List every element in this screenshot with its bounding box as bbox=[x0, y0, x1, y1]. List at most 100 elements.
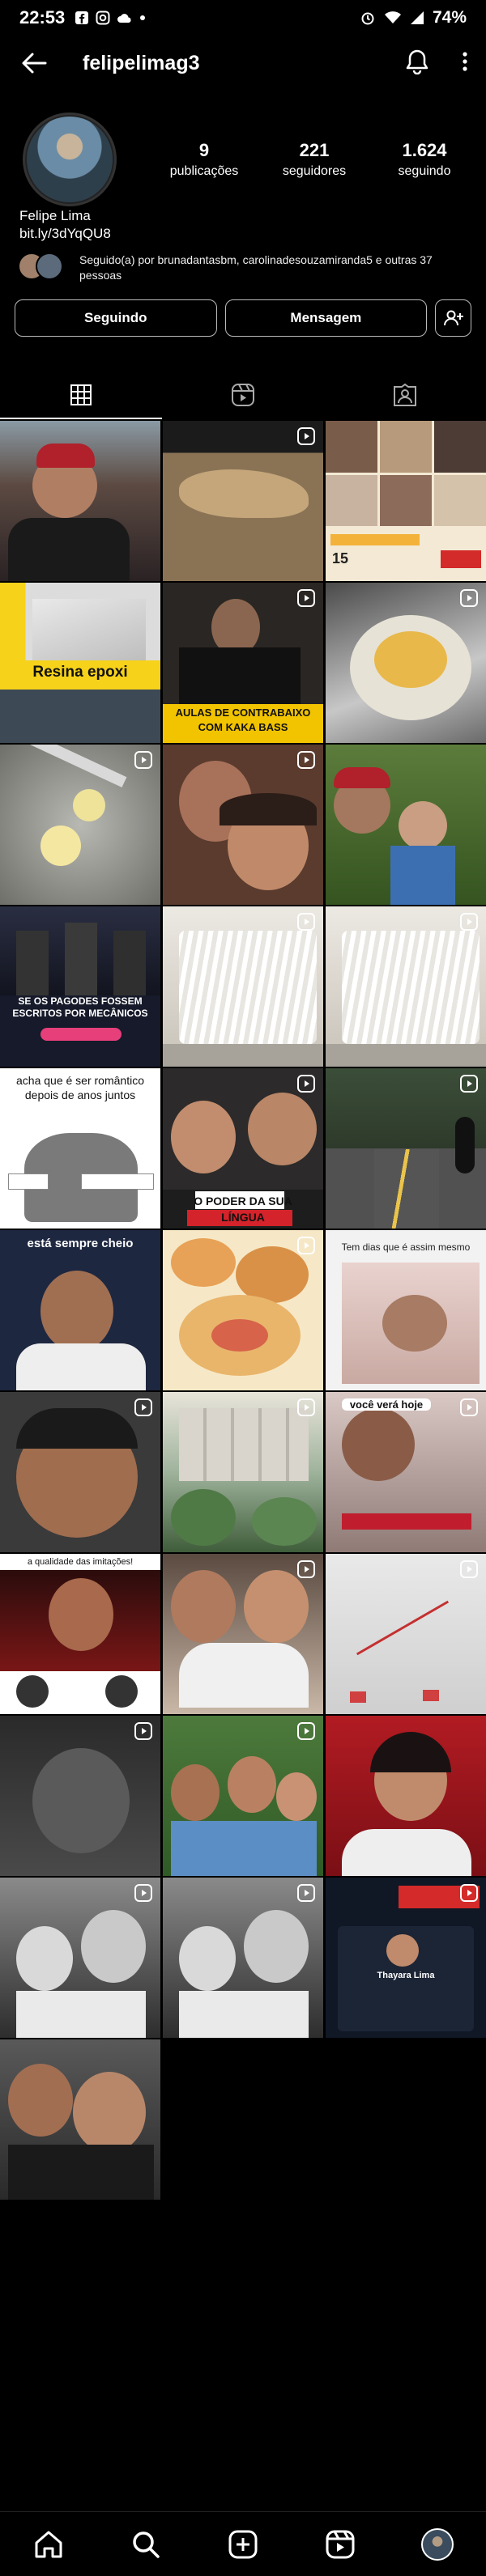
followed-by-text: Seguido(a) por brunadantasbm, carolinade… bbox=[79, 253, 433, 282]
profile-avatar[interactable] bbox=[23, 112, 117, 206]
bottom-navigation bbox=[0, 2511, 486, 2576]
stat-posts-label: publicações bbox=[169, 164, 239, 178]
reels-icon bbox=[232, 384, 254, 406]
post-thumbnail[interactable]: Thayara Lima bbox=[326, 1878, 486, 2038]
post-thumbnail[interactable] bbox=[0, 2039, 160, 2200]
post-thumbnail[interactable]: Tem dias que é assim mesmo bbox=[326, 1230, 486, 1390]
post-thumbnail[interactable] bbox=[163, 1392, 323, 1552]
post-thumbnail[interactable] bbox=[163, 1878, 323, 2038]
post-caption: acha que é ser romântico depois de anos … bbox=[16, 1074, 144, 1101]
post-thumbnail[interactable] bbox=[163, 1230, 323, 1390]
profile-username: felipelimag3 bbox=[83, 51, 200, 74]
nav-create[interactable] bbox=[220, 2522, 266, 2567]
post-thumbnail[interactable] bbox=[163, 1716, 323, 1876]
dot-icon bbox=[140, 15, 146, 20]
grid-icon bbox=[70, 384, 92, 405]
post-thumbnail[interactable] bbox=[326, 745, 486, 905]
reel-icon bbox=[297, 1560, 315, 1578]
more-vertical-icon bbox=[463, 51, 467, 71]
status-bar: 22:53 74% bbox=[0, 0, 486, 36]
reel-icon bbox=[134, 751, 152, 769]
reel-icon bbox=[297, 1075, 315, 1093]
post-thumbnail[interactable]: acha que é ser romântico depois de anos … bbox=[0, 1068, 160, 1229]
bell-icon bbox=[406, 49, 428, 74]
reel-icon bbox=[460, 913, 478, 931]
post-caption: Thayara Lima bbox=[377, 1971, 435, 1980]
stat-followers-value: 221 bbox=[299, 140, 330, 160]
post-thumbnail[interactable] bbox=[163, 906, 323, 1067]
reel-icon bbox=[134, 1722, 152, 1740]
nav-profile[interactable] bbox=[415, 2522, 460, 2567]
post-thumbnail[interactable] bbox=[0, 1392, 160, 1552]
add-post-icon bbox=[228, 2530, 258, 2558]
reel-icon bbox=[297, 913, 315, 931]
stat-followers[interactable]: 221 seguidores bbox=[259, 140, 369, 179]
stat-posts[interactable]: 9 publicações bbox=[149, 140, 259, 179]
post-thumbnail[interactable] bbox=[326, 583, 486, 743]
tagged-icon bbox=[394, 383, 416, 406]
post-caption: você verá hoje bbox=[342, 1398, 431, 1411]
instagram-icon bbox=[96, 11, 110, 25]
post-thumbnail[interactable] bbox=[0, 1878, 160, 2038]
post-thumbnail[interactable]: está sempre cheio bbox=[0, 1230, 160, 1390]
profile-actions: Seguindo Mensagem bbox=[15, 299, 472, 338]
reel-icon bbox=[460, 1560, 478, 1578]
post-caption: está sempre cheio bbox=[27, 1237, 134, 1250]
back-button[interactable] bbox=[18, 47, 50, 79]
followed-by-avatars bbox=[18, 253, 71, 282]
post-thumbnail[interactable]: O PODER DA SUA LÍNGUA bbox=[163, 1068, 323, 1229]
reel-icon bbox=[297, 1398, 315, 1416]
post-thumbnail[interactable] bbox=[163, 1554, 323, 1714]
post-thumbnail[interactable] bbox=[326, 1554, 486, 1714]
reel-icon bbox=[134, 1884, 152, 1902]
profile-bio: Felipe Lima bit.ly/3dYqQU8 bbox=[19, 207, 473, 243]
more-options-button[interactable] bbox=[462, 51, 468, 76]
post-thumbnail[interactable] bbox=[0, 421, 160, 581]
profile-stats: 9 publicações 221 seguidores 1.624 segui… bbox=[149, 140, 480, 179]
wifi-icon bbox=[384, 11, 401, 23]
post-caption: O PODER DA SUA LÍNGUA bbox=[194, 1195, 292, 1224]
reel-icon bbox=[297, 751, 315, 769]
add-person-icon bbox=[443, 310, 463, 326]
suggest-accounts-button[interactable] bbox=[435, 299, 472, 337]
reel-icon bbox=[134, 1398, 152, 1416]
followed-by[interactable]: Seguido(a) por brunadantasbm, carolinade… bbox=[18, 253, 471, 283]
profile-header: felipelimag3 bbox=[0, 36, 486, 91]
post-thumbnail[interactable]: 15 bbox=[326, 421, 486, 581]
post-thumbnail[interactable] bbox=[0, 1716, 160, 1876]
stat-following[interactable]: 1.624 seguindo bbox=[369, 140, 480, 179]
profile-tabs bbox=[0, 371, 486, 419]
reel-icon bbox=[297, 1237, 315, 1254]
stat-followers-label: seguidores bbox=[282, 164, 347, 178]
post-thumbnail[interactable]: você verá hoje bbox=[326, 1392, 486, 1552]
message-button[interactable]: Mensagem bbox=[224, 299, 428, 337]
tab-tagged[interactable] bbox=[324, 371, 486, 419]
nav-search[interactable] bbox=[123, 2522, 168, 2567]
following-button[interactable]: Seguindo bbox=[15, 299, 217, 337]
nav-reels[interactable] bbox=[318, 2522, 363, 2567]
post-thumbnail[interactable]: Resina epoxi bbox=[0, 583, 160, 743]
post-thumbnail[interactable] bbox=[326, 906, 486, 1067]
post-thumbnail[interactable] bbox=[163, 745, 323, 905]
profile-link[interactable]: bit.ly/3dYqQU8 bbox=[19, 225, 473, 243]
post-thumbnail[interactable] bbox=[0, 745, 160, 905]
post-thumbnail[interactable] bbox=[326, 1068, 486, 1229]
reel-icon bbox=[297, 589, 315, 607]
home-icon bbox=[35, 2531, 62, 2557]
tab-posts[interactable] bbox=[0, 371, 162, 419]
post-thumbnail[interactable] bbox=[326, 1716, 486, 1876]
battery-level: 74% bbox=[432, 8, 467, 27]
tab-reels[interactable] bbox=[162, 371, 324, 419]
reel-icon bbox=[460, 1075, 478, 1093]
facebook-icon bbox=[75, 11, 89, 24]
reel-icon bbox=[460, 1398, 478, 1416]
post-caption: a qualidade das imitações! bbox=[27, 1557, 134, 1567]
post-thumbnail[interactable]: SE OS PAGODES FOSSEM ESCRITOS POR MECÂNI… bbox=[0, 906, 160, 1067]
notifications-button[interactable] bbox=[405, 49, 429, 79]
profile-summary: 9 publicações 221 seguidores 1.624 segui… bbox=[0, 107, 486, 212]
reel-icon bbox=[297, 427, 315, 445]
post-thumbnail[interactable]: AULAS DE CONTRABAIXO COM KAKA BASS bbox=[163, 583, 323, 743]
post-thumbnail[interactable] bbox=[163, 421, 323, 581]
post-thumbnail[interactable]: a qualidade das imitações! bbox=[0, 1554, 160, 1714]
nav-home[interactable] bbox=[26, 2522, 71, 2567]
